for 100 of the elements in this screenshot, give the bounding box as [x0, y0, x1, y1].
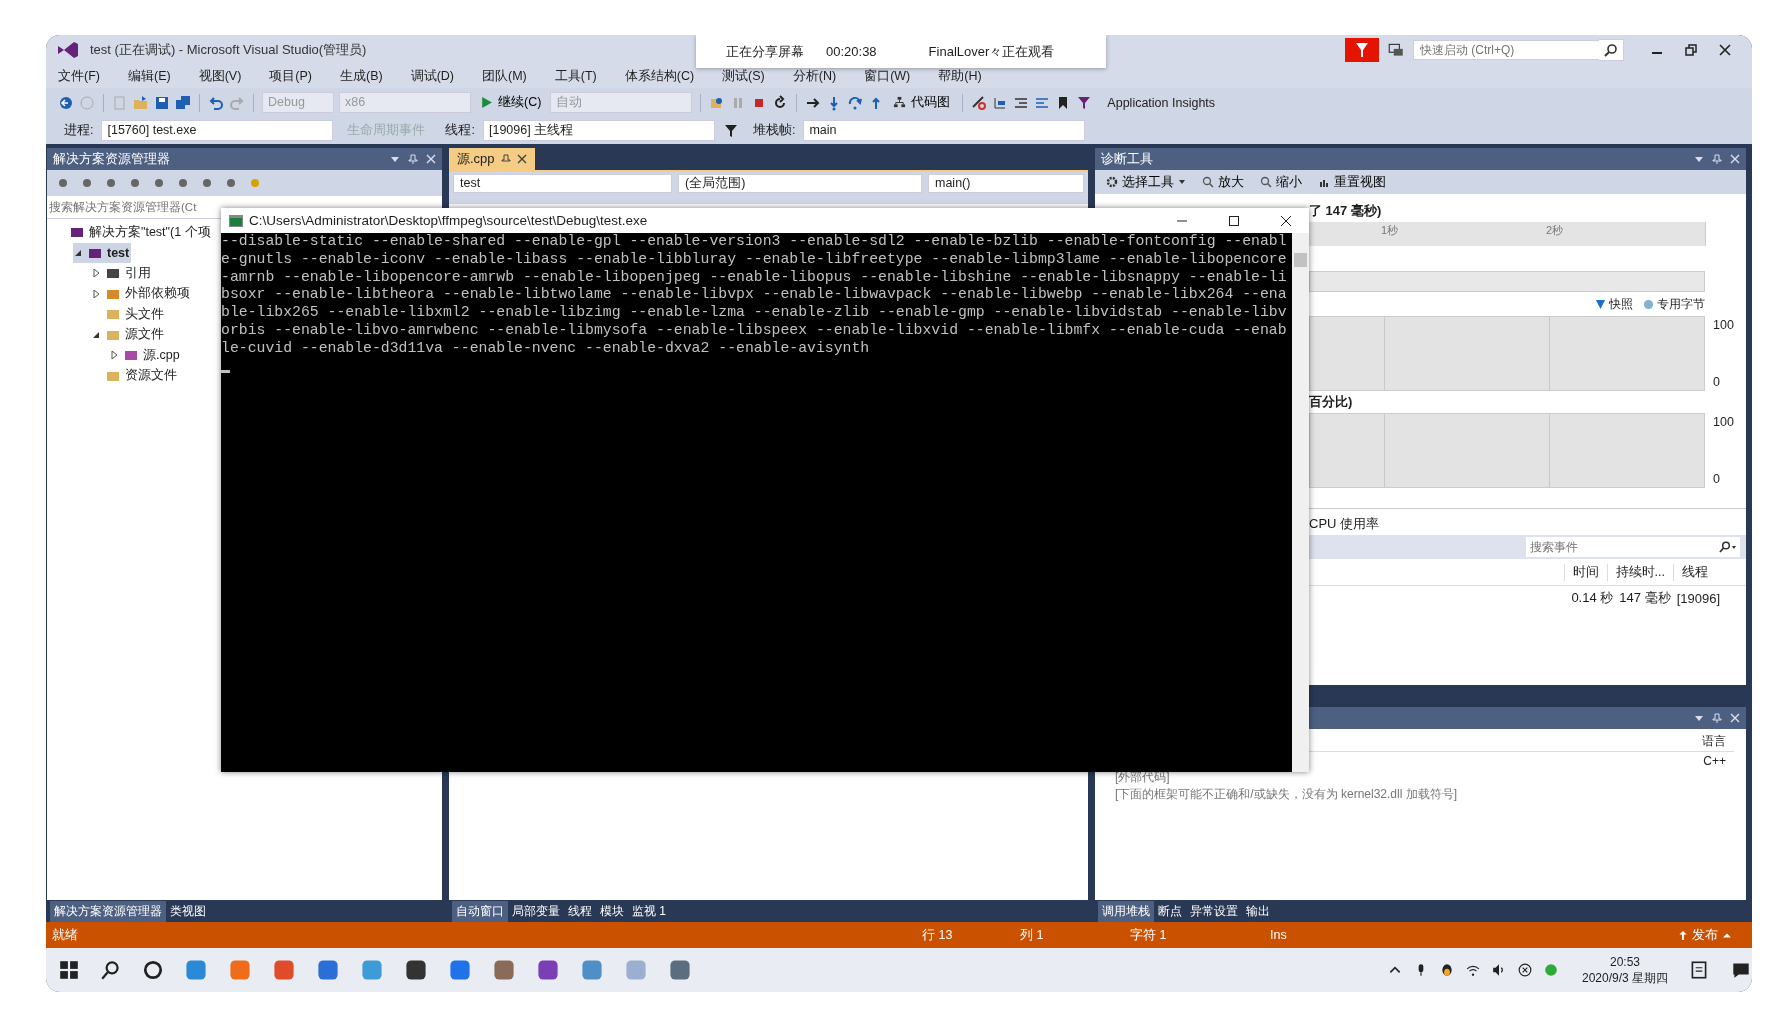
tree-item[interactable]: 源文件 — [91, 324, 166, 345]
filter-icon[interactable] — [1076, 94, 1093, 111]
text-cursor — [221, 369, 230, 373]
cpu-graph-title: 百分比) — [1309, 393, 1353, 411]
member-dropdown[interactable]: main() — [928, 174, 1084, 193]
tree-item[interactable]: 头文件 — [91, 304, 166, 325]
feedback-flag-icon[interactable] — [1345, 37, 1379, 62]
menu-item[interactable]: 团队(M) — [482, 67, 527, 85]
zoom-in-button[interactable]: 放大 — [1199, 173, 1247, 191]
publish-button[interactable]: 发布 — [1672, 925, 1738, 945]
panel-tab[interactable]: 模块 — [596, 900, 628, 922]
cpu-usage-tab[interactable]: CPU 使用率 — [1309, 515, 1380, 533]
menu-item[interactable]: 窗口(W) — [864, 67, 911, 85]
menu-item[interactable]: 生成(B) — [340, 67, 383, 85]
stack-frame[interactable]: [下面的框架可能不正确和/或缺失，没有为 kernel32.dll 加载符号] — [1115, 786, 1458, 803]
gear-icon — [1106, 176, 1118, 188]
panel-title: 解决方案资源管理器 — [53, 150, 170, 168]
panel-tab[interactable]: 线程 — [564, 900, 596, 922]
tray-app-icon[interactable] — [1543, 963, 1558, 977]
tree-item[interactable]: 外部依赖项 — [91, 283, 192, 304]
panel-tab[interactable]: 自动窗口 — [452, 900, 508, 922]
panel-tab[interactable]: 类视图 — [166, 900, 210, 922]
app-icon[interactable] — [536, 958, 560, 982]
thread-dropdown[interactable]: [19096] 主线程 — [482, 120, 715, 141]
search-icon[interactable] — [1716, 537, 1740, 557]
expander-icon[interactable] — [91, 268, 101, 279]
menu-item[interactable]: 测试(S) — [722, 67, 765, 85]
pin-icon[interactable] — [408, 154, 418, 164]
panel-tab[interactable]: 解决方案资源管理器 — [50, 900, 166, 922]
pin-icon[interactable] — [1712, 154, 1722, 164]
back-icon[interactable] — [58, 94, 74, 111]
save-all-icon[interactable] — [175, 94, 191, 111]
tree-item[interactable]: 引用 — [91, 263, 153, 284]
menu-item[interactable]: 帮助(H) — [938, 67, 982, 85]
reset-view-button[interactable]: 重置视图 — [1315, 173, 1389, 191]
process-dropdown[interactable]: [15760] test.exe — [101, 120, 334, 141]
column-header[interactable]: 时间 — [1563, 563, 1607, 581]
column-header[interactable]: 线程 — [1673, 563, 1716, 581]
project-dropdown[interactable]: test — [453, 174, 672, 193]
tree-node-icon — [70, 225, 84, 240]
tree-item[interactable]: test — [73, 242, 132, 263]
panel-tab[interactable]: 断点 — [1154, 900, 1186, 922]
event-search-field[interactable]: 搜索事件 — [1526, 537, 1716, 557]
task-view-icon[interactable] — [142, 959, 164, 981]
scrollbar[interactable] — [1292, 233, 1309, 772]
stack-frame[interactable]: [外部代码] — [1115, 769, 1170, 786]
close-icon[interactable] — [516, 154, 527, 164]
zoom-out-button[interactable]: 缩小 — [1257, 173, 1305, 191]
column-header[interactable]: 持续时... — [1606, 563, 1673, 581]
restore-icon[interactable] — [1685, 43, 1697, 56]
tree-item[interactable]: 解决方案"test"(1 个项 — [55, 222, 213, 243]
start-icon[interactable] — [58, 959, 80, 981]
dropdown-icon[interactable] — [1694, 713, 1704, 723]
panel-tab[interactable]: 输出 — [1242, 900, 1274, 922]
expander-icon[interactable] — [109, 350, 119, 361]
open-folder-icon[interactable] — [133, 94, 149, 111]
tree-item[interactable]: 资源文件 — [91, 365, 179, 386]
stack-frame-dropdown[interactable]: main — [803, 120, 1086, 141]
dropdown-icon[interactable] — [1694, 154, 1704, 164]
menu-item[interactable]: 编辑(E) — [127, 67, 171, 85]
dropdown-icon[interactable] — [390, 154, 400, 164]
tree-item[interactable]: 源.cpp — [109, 345, 182, 366]
menu-item[interactable]: 视图(V) — [198, 67, 242, 85]
panel-tab[interactable]: 局部变量 — [508, 900, 564, 922]
application-insights-button[interactable]: Application Insights — [1107, 95, 1216, 110]
code-map-button[interactable]: 代码图 — [889, 94, 955, 111]
filter-icon[interactable] — [722, 122, 739, 139]
search-icon[interactable] — [100, 959, 122, 981]
expander-icon[interactable] — [91, 288, 101, 299]
app-icon[interactable] — [404, 958, 428, 982]
column-header[interactable]: 语言 — [1694, 733, 1734, 751]
wifi-icon[interactable] — [1465, 963, 1480, 977]
menu-item[interactable]: 体系结构(C) — [624, 67, 695, 85]
menu-item[interactable]: 调试(D) — [410, 67, 454, 85]
menu-item[interactable]: 工具(T) — [554, 67, 597, 85]
pin-icon[interactable] — [500, 154, 511, 164]
legend-item: 专用字节 — [1643, 295, 1705, 313]
exception-icon[interactable] — [971, 94, 988, 111]
continue-button[interactable]: 继续(C) — [476, 94, 546, 111]
pin-icon[interactable] — [1712, 713, 1722, 723]
tree-node-icon — [106, 307, 120, 322]
penguin-icon[interactable] — [1439, 963, 1454, 977]
select-tool-button[interactable]: 选择工具 — [1103, 173, 1189, 191]
menu-item[interactable]: 分析(N) — [792, 67, 837, 85]
volume-icon[interactable] — [1491, 963, 1506, 977]
cancel-circle-icon[interactable] — [1517, 963, 1532, 977]
menu-item[interactable]: 文件(F) — [58, 67, 100, 85]
panel-tab[interactable]: 监视 1 — [628, 900, 670, 922]
save-icon[interactable] — [154, 94, 170, 111]
panel-tab[interactable]: 异常设置 — [1186, 900, 1242, 922]
undo-icon[interactable] — [208, 94, 224, 111]
menu-item[interactable]: 项目(P) — [269, 67, 312, 85]
scope-dropdown[interactable]: (全局范围) — [678, 174, 922, 193]
tick-label: 1秒 — [1381, 223, 1399, 238]
line-indicator: 行 13 — [922, 926, 954, 944]
console-icon — [229, 214, 243, 227]
step-over-icon[interactable] — [847, 94, 864, 111]
panel-tab[interactable]: 调用堆栈 — [1098, 900, 1154, 922]
close-icon[interactable] — [1719, 43, 1731, 56]
document-tab[interactable]: 源.cpp — [449, 148, 535, 170]
